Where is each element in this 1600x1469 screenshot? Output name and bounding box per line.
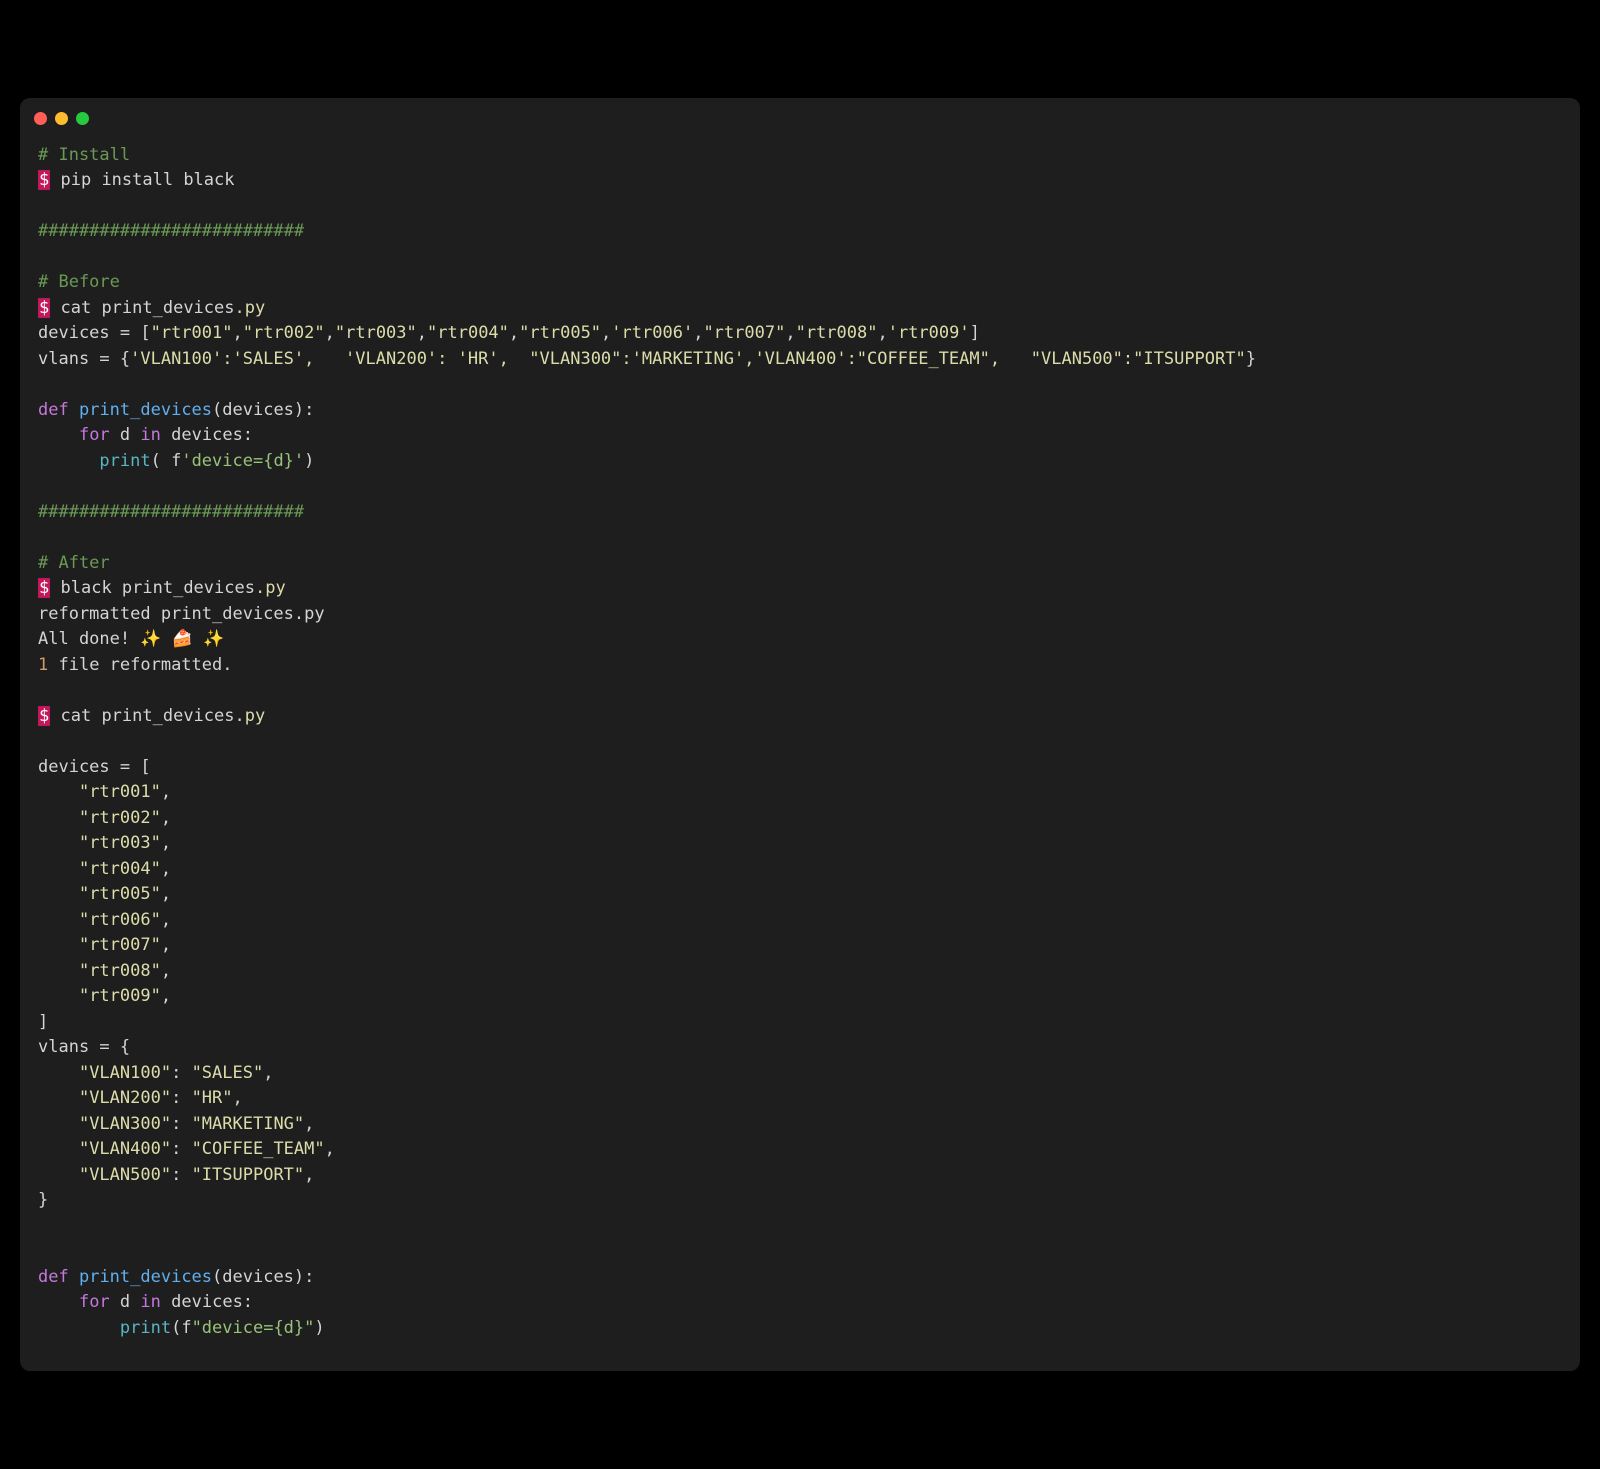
print-close: ): [314, 1318, 324, 1338]
vlans-dict-after: "VLAN100": "SALES", "VLAN200": "HR", "VL…: [38, 1063, 335, 1185]
prompt-icon: $: [38, 706, 50, 726]
devices-list-after: "rtr001", "rtr002", "rtr003", "rtr004", …: [38, 782, 171, 1006]
fstring: "device={d}": [192, 1318, 315, 1338]
file-reformatted-msg: file reformatted.: [48, 655, 232, 675]
print-func: print: [120, 1318, 171, 1338]
divider-1: ##########################: [38, 221, 304, 241]
vlans-assign-after: vlans = {: [38, 1037, 130, 1057]
vlans-pairs: 'VLAN100':'SALES', 'VLAN200': 'HR', "VLA…: [130, 349, 1246, 369]
file-ext: .py: [235, 298, 266, 318]
file-ext: .py: [255, 578, 286, 598]
cat-cmd-before: cat print_devices: [61, 298, 235, 318]
vlans-assign: vlans = {: [38, 349, 130, 369]
cat-cmd-after: cat print_devices: [61, 706, 235, 726]
devices-assign-after: devices = [: [38, 757, 151, 777]
iter: devices:: [171, 425, 253, 445]
bracket-close: ]: [970, 323, 980, 343]
brace-close: }: [1246, 349, 1256, 369]
before-comment: # Before: [38, 272, 120, 292]
divider-2: ##########################: [38, 502, 304, 522]
vlans-close: }: [38, 1190, 48, 1210]
def-keyword: def: [38, 400, 69, 420]
file-ext: .py: [235, 706, 266, 726]
code-content: # Install $ pip install black ##########…: [20, 133, 1580, 1352]
after-comment: # After: [38, 553, 110, 573]
prompt-icon: $: [38, 578, 50, 598]
minimize-icon[interactable]: [55, 112, 68, 125]
devices-assign: devices = [: [38, 323, 151, 343]
devices-close: ]: [38, 1012, 48, 1032]
devices-list: "rtr001","rtr002","rtr003","rtr004","rtr…: [151, 323, 970, 343]
print-open: ( f: [151, 451, 182, 471]
terminal-window: # Install $ pip install black ##########…: [20, 98, 1580, 1372]
func-name: print_devices: [79, 400, 212, 420]
for-keyword: for: [79, 425, 110, 445]
print-open: (f: [171, 1318, 191, 1338]
fstring: 'device={d}': [181, 451, 304, 471]
for-keyword: for: [79, 1292, 110, 1312]
iter: devices:: [171, 1292, 253, 1312]
var-d: d: [120, 425, 130, 445]
all-done-msg: All done! ✨ 🍰 ✨: [38, 629, 224, 649]
prompt-icon: $: [38, 298, 50, 318]
reformatted-msg: reformatted print_devices.py: [38, 604, 325, 624]
func-params: (devices):: [212, 1267, 314, 1287]
print-close: ): [304, 451, 314, 471]
func-params: (devices):: [212, 400, 314, 420]
file-count: 1: [38, 655, 48, 675]
maximize-icon[interactable]: [76, 112, 89, 125]
titlebar: [20, 98, 1580, 133]
func-name: print_devices: [79, 1267, 212, 1287]
in-keyword: in: [140, 1292, 160, 1312]
def-keyword: def: [38, 1267, 69, 1287]
prompt-icon: $: [38, 170, 50, 190]
black-cmd: black print_devices: [61, 578, 255, 598]
in-keyword: in: [140, 425, 160, 445]
var-d: d: [120, 1292, 130, 1312]
close-icon[interactable]: [34, 112, 47, 125]
pip-install-cmd: pip install black: [61, 170, 235, 190]
install-comment: # Install: [38, 145, 130, 165]
print-func: print: [99, 451, 150, 471]
